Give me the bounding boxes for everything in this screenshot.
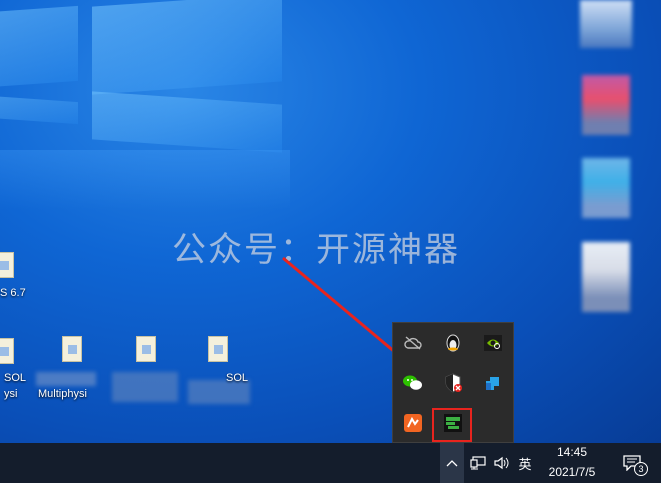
taskbar: 英 14:45 2021/7/5 3 [0,443,661,483]
shield-icon[interactable] [441,371,465,395]
penguin-icon[interactable] [441,331,465,355]
cloud-offline-icon[interactable] [401,331,425,355]
arrow-app-icon[interactable] [481,371,505,395]
volume-button[interactable] [490,443,514,483]
notification-badge: 3 [634,462,648,476]
network-button[interactable] [466,443,490,483]
chevron-up-icon [446,460,458,467]
speaker-icon [494,456,509,470]
wechat-icon[interactable] [401,371,425,395]
highlight-box [432,408,472,442]
network-icon [470,456,486,470]
nvidia-icon[interactable] [481,331,505,355]
orange-app-icon[interactable] [401,411,425,435]
input-method-button[interactable]: 英 [514,443,536,483]
notification-center-button[interactable]: 3 [614,443,650,483]
clock-button[interactable]: 14:45 2021/7/5 [538,443,606,483]
desktop: 公众号：开源神器 S 6.7 SOL ysi Multiphysi SOL [0,0,661,443]
clock-time: 14:45 [556,445,588,459]
clock-date: 2021/7/5 [548,465,596,479]
red-arrow [282,256,452,400]
tray-chevron-button[interactable] [440,443,464,483]
